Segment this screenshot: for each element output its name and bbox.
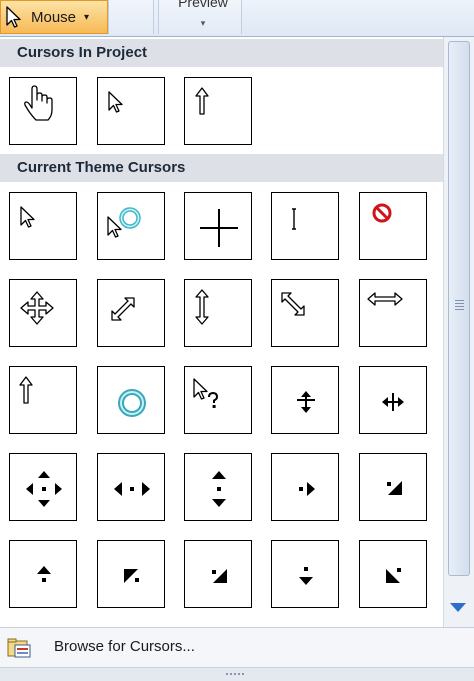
preview-button[interactable]: Preview ▾ xyxy=(164,0,242,34)
pan-northwest-cursor-icon xyxy=(124,569,139,583)
cursor-tile-hand[interactable] xyxy=(9,77,77,145)
working-in-background-cursor-icon xyxy=(107,207,141,238)
unavailable-cursor-icon xyxy=(372,203,392,223)
cursor-tile-unavailable[interactable] xyxy=(359,192,427,260)
chevron-down-icon: ▾ xyxy=(200,18,206,28)
cursor-tile-pan-south[interactable] xyxy=(271,540,339,608)
split-vertical-cursor-icon xyxy=(297,391,315,413)
hand-cursor-icon xyxy=(24,85,53,121)
grip-line xyxy=(455,306,464,307)
pan-southeast-cursor-icon xyxy=(387,481,402,495)
grip-line xyxy=(455,303,464,304)
cursor-tile-pan-east[interactable] xyxy=(271,453,339,521)
cursor-tile-alternate-select[interactable] xyxy=(9,366,77,434)
resize-horizontal-cursor-icon xyxy=(367,292,403,306)
grip-dot xyxy=(226,673,228,675)
grip-line xyxy=(455,309,464,310)
resize-diagonal-ne-cursor-icon xyxy=(111,297,135,321)
pan-south-cursor-icon xyxy=(299,567,313,585)
cursor-tile-working-in-background[interactable] xyxy=(97,192,165,260)
folder-browse-icon xyxy=(6,636,32,660)
mouse-button-label: Mouse xyxy=(31,8,77,26)
pan-vertical-cursor-icon xyxy=(212,471,226,507)
arrow-cursor-icon xyxy=(108,91,123,113)
preview-label: Preview xyxy=(178,0,228,10)
cursor-tile-up-arrow[interactable] xyxy=(184,77,252,145)
help-select-cursor-icon xyxy=(193,378,219,408)
cursor-tile-arrow[interactable] xyxy=(97,77,165,145)
ribbon-strip: Mouse ▾ Preview ▾ xyxy=(0,0,474,36)
cursor-tile-pan-southeast[interactable] xyxy=(359,453,427,521)
pan-all-cursor-icon xyxy=(26,471,62,507)
grip-dot xyxy=(230,673,232,675)
split-horizontal-cursor-icon xyxy=(382,393,404,411)
busy-cursor-icon xyxy=(118,389,146,417)
pan-north-cursor-icon xyxy=(37,566,51,582)
cursor-tile-pan-vertical[interactable] xyxy=(184,453,252,521)
vertical-scrollbar[interactable] xyxy=(443,37,474,627)
grip-dot xyxy=(238,673,240,675)
cursor-tile-diagonal-resize-2[interactable] xyxy=(271,279,339,347)
cursor-tile-pan-all[interactable] xyxy=(9,453,77,521)
cursor-tile-horizontal-resize[interactable] xyxy=(359,279,427,347)
cursor-tile-diagonal-resize-1[interactable] xyxy=(97,279,165,347)
pan-east-cursor-icon xyxy=(299,482,315,496)
scroll-down-arrow-icon[interactable] xyxy=(450,603,466,612)
scrollbar-thumb[interactable] xyxy=(448,41,470,576)
pan-horizontal-cursor-icon xyxy=(114,482,150,496)
up-arrow-cursor-icon xyxy=(19,376,33,404)
ribbon-group-separator xyxy=(108,0,154,34)
cursor-tile-busy[interactable] xyxy=(97,366,165,434)
cursor-tile-normal-select[interactable] xyxy=(9,192,77,260)
cursor-tile-pan-northeast[interactable] xyxy=(184,540,252,608)
resize-diagonal-nw-cursor-icon xyxy=(281,292,305,316)
move-cursor-icon xyxy=(20,291,54,325)
chevron-down-icon: ▾ xyxy=(84,11,90,23)
grip-line xyxy=(455,300,464,301)
text-select-cursor-icon xyxy=(292,208,296,230)
crosshair-cursor-icon xyxy=(200,209,238,247)
cursor-gallery-panel: Cursors In Project Current Theme Cursors xyxy=(0,36,474,681)
grip-dot xyxy=(234,673,236,675)
browse-for-cursors-menu-item[interactable]: Browse for Cursors... xyxy=(54,638,195,655)
cursor-tile-pan-north[interactable] xyxy=(9,540,77,608)
pan-northeast-cursor-icon xyxy=(212,569,227,583)
arrow-cursor-icon xyxy=(3,4,25,30)
cursor-tile-vertical-split[interactable] xyxy=(271,366,339,434)
pan-southwest-cursor-icon xyxy=(386,568,401,583)
mouse-dropdown-button[interactable]: Mouse ▾ xyxy=(0,0,108,34)
cursor-tile-pan-northwest[interactable] xyxy=(97,540,165,608)
cursor-tile-text-select[interactable] xyxy=(271,192,339,260)
cursor-tile-precision-select[interactable] xyxy=(184,192,252,260)
resize-grip[interactable] xyxy=(0,667,474,681)
gallery-footer: Browse for Cursors... xyxy=(0,627,474,667)
section-header-current-theme-cursors: Current Theme Cursors xyxy=(0,154,443,182)
resize-vertical-cursor-icon xyxy=(195,289,209,325)
up-arrow-cursor-icon xyxy=(195,87,209,115)
section-header-cursors-in-project: Cursors In Project xyxy=(0,39,443,67)
cursor-tile-help-select[interactable] xyxy=(184,366,252,434)
arrow-cursor-icon xyxy=(20,206,35,228)
cursor-tile-pan-southwest[interactable] xyxy=(359,540,427,608)
cursor-tile-horizontal-split[interactable] xyxy=(359,366,427,434)
cursor-tile-vertical-resize[interactable] xyxy=(184,279,252,347)
cursor-tile-move[interactable] xyxy=(9,279,77,347)
grip-dot xyxy=(242,673,244,675)
cursor-tile-pan-horizontal[interactable] xyxy=(97,453,165,521)
